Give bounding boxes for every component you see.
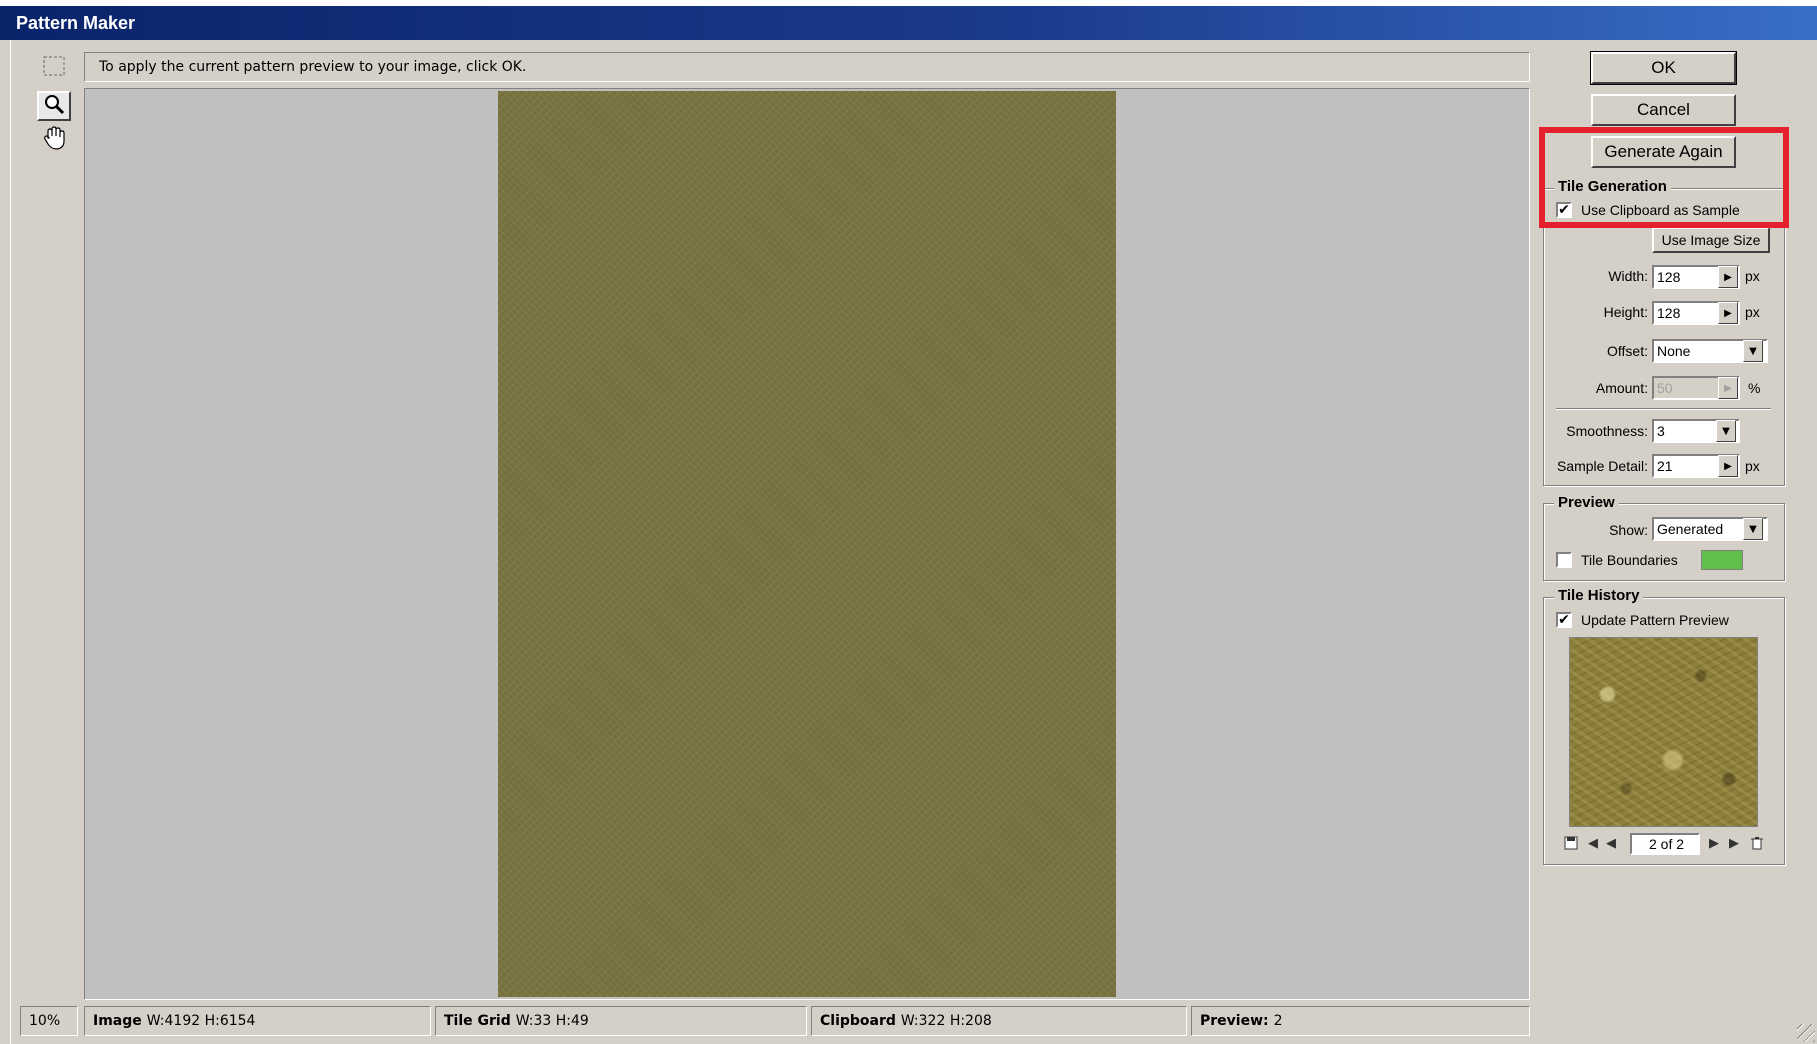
show-dropdown-arrow[interactable]: ▼ xyxy=(1743,518,1763,540)
next-tile-icon[interactable]: ▶ xyxy=(1704,836,1724,851)
status-image-size: Image W:4192 H:6154 xyxy=(84,1006,431,1036)
marquee-icon xyxy=(42,55,66,81)
instruction-message: To apply the current pattern preview to … xyxy=(84,52,1530,82)
ok-button[interactable]: OK xyxy=(1590,51,1737,85)
last-tile-icon[interactable]: ▶ xyxy=(1724,836,1744,851)
magnifier-icon xyxy=(42,92,66,120)
height-unit: px xyxy=(1745,304,1760,320)
triangle-right-icon: ▶ xyxy=(1724,307,1732,319)
tile-boundaries-label: Tile Boundaries xyxy=(1581,552,1678,568)
window-left-edge xyxy=(0,40,11,1044)
chevron-down-icon: ▼ xyxy=(1722,425,1730,437)
offset-label: Offset: xyxy=(1607,343,1648,359)
sample-detail-slider-arrow[interactable]: ▶ xyxy=(1718,455,1738,477)
use-clipboard-checkbox[interactable]: ✔ xyxy=(1556,202,1572,218)
tile-boundaries-checkbox[interactable] xyxy=(1556,552,1572,568)
status-tile-grid: Tile Grid W:33 H:49 xyxy=(435,1006,807,1036)
tile-history-title: Tile History xyxy=(1554,587,1644,604)
chevron-down-icon: ▼ xyxy=(1749,523,1757,535)
smoothness-dropdown-arrow[interactable]: ▼ xyxy=(1716,420,1736,442)
tile-generation-title: Tile Generation xyxy=(1554,178,1671,195)
triangle-right-icon: ▶ xyxy=(1724,271,1732,283)
show-label: Show: xyxy=(1609,522,1648,538)
amount-unit: % xyxy=(1748,380,1761,396)
sample-detail-unit: px xyxy=(1745,458,1760,474)
trash-icon[interactable] xyxy=(1747,836,1767,854)
chevron-down-icon: ▼ xyxy=(1749,345,1757,357)
smoothness-label: Smoothness: xyxy=(1566,423,1648,439)
offset-dropdown-arrow[interactable]: ▼ xyxy=(1743,340,1763,362)
previous-tile-icon[interactable]: ◀ xyxy=(1601,836,1621,851)
hand-icon xyxy=(41,125,67,155)
use-clipboard-label: Use Clipboard as Sample xyxy=(1581,202,1740,218)
generate-again-button[interactable]: Generate Again xyxy=(1591,136,1736,168)
marquee-tool[interactable] xyxy=(37,53,71,83)
first-tile-icon[interactable]: ◀ xyxy=(1583,836,1603,851)
height-label: Height: xyxy=(1603,304,1648,320)
checkmark-icon: ✔ xyxy=(1558,612,1570,628)
zoom-tool[interactable] xyxy=(37,91,71,121)
preview-title: Preview xyxy=(1554,494,1619,511)
resize-grip-icon[interactable] xyxy=(1797,1024,1815,1042)
status-clipboard: Clipboard W:322 H:208 xyxy=(811,1006,1187,1036)
status-preview: Preview: 2 xyxy=(1191,1006,1530,1036)
triangle-right-icon: ▶ xyxy=(1724,460,1732,472)
tile-history-thumbnail xyxy=(1569,637,1758,827)
save-icon[interactable] xyxy=(1561,836,1581,854)
amount-label: Amount: xyxy=(1595,380,1648,396)
checkmark-icon: ✔ xyxy=(1558,202,1570,218)
height-slider-arrow[interactable]: ▶ xyxy=(1718,302,1738,324)
window-title: Pattern Maker xyxy=(16,13,136,33)
generated-pattern-preview xyxy=(498,91,1116,997)
zoom-level: 10% xyxy=(20,1006,78,1036)
tile-history-counter: 2 of 2 xyxy=(1630,833,1700,855)
sample-detail-label: Sample Detail: xyxy=(1556,458,1648,474)
pattern-preview-canvas[interactable] xyxy=(84,88,1530,1000)
preview-group xyxy=(1543,503,1785,581)
cancel-button[interactable]: Cancel xyxy=(1591,94,1736,126)
triangle-right-icon: ▶ xyxy=(1724,382,1732,394)
hand-tool[interactable] xyxy=(37,125,71,155)
update-pattern-preview-label: Update Pattern Preview xyxy=(1581,612,1729,628)
width-slider-arrow[interactable]: ▶ xyxy=(1718,266,1738,288)
boundary-color-swatch[interactable] xyxy=(1701,550,1743,570)
update-pattern-preview-checkbox[interactable]: ✔ xyxy=(1556,612,1572,628)
title-bar: Pattern Maker xyxy=(0,0,1817,40)
width-label: Width: xyxy=(1608,268,1648,284)
width-unit: px xyxy=(1745,268,1760,284)
amount-slider-arrow[interactable]: ▶ xyxy=(1718,377,1738,399)
tile-generation-divider xyxy=(1556,408,1771,410)
use-image-size-button[interactable]: Use Image Size xyxy=(1652,227,1770,253)
